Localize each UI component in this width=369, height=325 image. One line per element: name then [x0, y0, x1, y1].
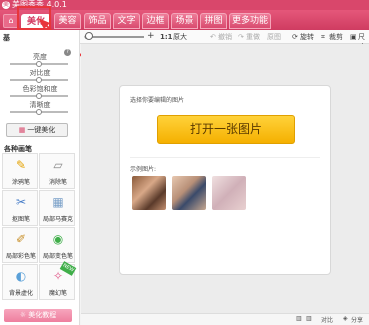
tool-label: 魔幻笔 [48, 290, 67, 297]
tool-color-brush[interactable]: ✐ 局部彩色笔 [2, 227, 38, 263]
compare-icon[interactable]: ▥ [296, 315, 302, 322]
status-bar: ▥ ▥ 对比 ◈ 分享 [81, 313, 369, 325]
tool-magic-pen[interactable]: ✧ 魔幻笔 NEW [39, 261, 77, 300]
tool-label: 抠图笔 [11, 216, 30, 223]
eraser-pen-icon: ▱ [53, 158, 63, 172]
redo-icon[interactable]: ↷ [238, 32, 244, 42]
original-size-button[interactable]: 原大 [173, 32, 187, 42]
original-image-button[interactable]: 原图 [267, 32, 281, 42]
tool-label: 消除笔 [48, 179, 67, 186]
contrast-slider-handle[interactable] [36, 77, 42, 83]
open-image-card: 选择你要编辑的图片 打开一张图片 示例图片: [119, 85, 331, 275]
crop-icon[interactable]: ⌗ [321, 32, 325, 42]
tool-mosaic[interactable]: ▦ 局部马赛克 [39, 190, 75, 226]
crop-button[interactable]: 裁剪 [329, 32, 343, 42]
open-prompt: 选择你要编辑的图片 [130, 97, 185, 104]
beauty-tutorial-button[interactable]: ☼ 美化教程 [4, 309, 72, 322]
divider [130, 157, 320, 158]
doodle-pen-icon: ✎ [15, 158, 27, 172]
ratio-button[interactable]: 1:1 [160, 32, 173, 42]
zoom-slider[interactable] [92, 36, 144, 38]
tool-bg-blur[interactable]: ◐ 背景虚化 [2, 264, 38, 300]
example-label: 示例图片: [130, 166, 157, 173]
resize-icon[interactable]: ▣ [350, 32, 357, 42]
saturation-slider-handle[interactable] [36, 93, 42, 99]
example-image[interactable] [132, 176, 166, 210]
open-image-button[interactable]: 打开一张图片 [157, 115, 295, 144]
beauty-tutorial-label: 美化教程 [28, 311, 57, 319]
color-brush-icon: ✐ [15, 232, 27, 246]
compare-button[interactable]: 对比 [321, 315, 333, 324]
rotate-icon[interactable]: ⟳ [292, 32, 298, 42]
cutout-pen-icon: ✂ [15, 195, 27, 209]
tool-doodle-pen[interactable]: ✎ 涂鸦笔 [2, 153, 38, 189]
mosaic-icon: ▦ [52, 195, 64, 209]
tool-label: 涂鸦笔 [11, 179, 30, 186]
auto-beautify-button[interactable]: ▦ 一键美化 [6, 123, 68, 137]
basic-tab[interactable]: 基 [3, 33, 10, 43]
tool-eraser-pen[interactable]: ▱ 消除笔 [39, 153, 75, 189]
bg-blur-icon: ◐ [15, 269, 27, 283]
zoom-in-icon[interactable]: + [147, 31, 155, 41]
share-button[interactable]: 分享 [351, 315, 363, 324]
auto-beautify-label: 一键美化 [27, 126, 56, 134]
tool-cutout-pen[interactable]: ✂ 抠图笔 [2, 190, 38, 226]
compare-icon-2[interactable]: ▥ [306, 315, 312, 322]
recolor-brush-icon: ◉ [52, 232, 64, 246]
tool-recolor-brush[interactable]: ◉ 局部变色笔 [39, 227, 75, 263]
auto-beautify-icon: ▦ [18, 126, 26, 134]
example-image[interactable] [172, 176, 206, 210]
zoom-slider-handle[interactable] [85, 32, 93, 40]
undo-button[interactable]: 撤销 [218, 32, 232, 42]
example-image[interactable] [212, 176, 246, 210]
undo-icon[interactable]: ↶ [210, 32, 216, 42]
brightness-slider-handle[interactable] [36, 61, 42, 67]
tool-label: 背景虚化 [8, 290, 33, 297]
left-panel: 基 ? 亮度 对比度 色彩饱和度 清晰度 ▦ 一键美化 各种画笔 ✎ 涂鸦笔 ▱ … [0, 30, 80, 325]
share-icon[interactable]: ◈ [343, 315, 348, 322]
lightbulb-icon: ☼ [19, 311, 29, 319]
tool-label: 局部变色笔 [42, 253, 73, 260]
tool-label: 局部马赛克 [42, 216, 73, 223]
tool-label: 局部彩色笔 [5, 253, 36, 260]
redo-button[interactable]: 重做 [246, 32, 260, 42]
rotate-button[interactable]: 旋转 [300, 32, 314, 42]
sharpness-slider-handle[interactable] [36, 109, 42, 115]
